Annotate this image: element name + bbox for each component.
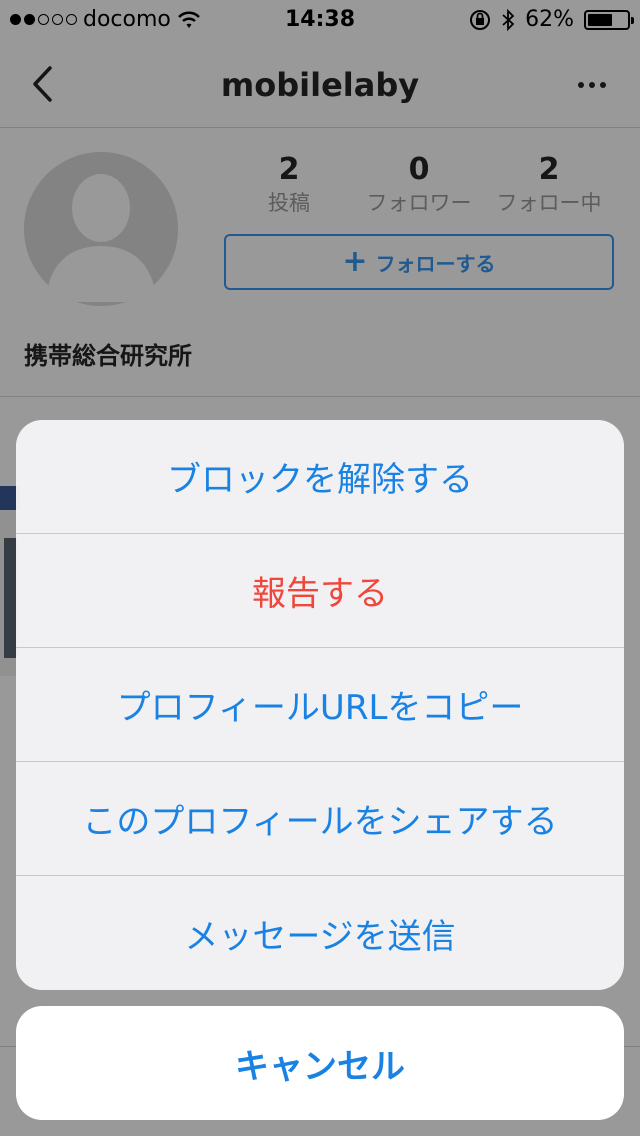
report-button[interactable]: 報告する (16, 534, 624, 648)
action-sheet: ブロックを解除する 報告する プロフィールURLをコピー このプロフィールをシェ… (16, 420, 624, 990)
send-message-button[interactable]: メッセージを送信 (16, 876, 624, 990)
screen: docomo 14:38 62% mobilelaby 2 投稿 0 フォロワー… (0, 0, 640, 1136)
share-profile-button[interactable]: このプロフィールをシェアする (16, 762, 624, 876)
cancel-button[interactable]: キャンセル (16, 1006, 624, 1120)
unblock-button[interactable]: ブロックを解除する (16, 420, 624, 534)
copy-profile-url-button[interactable]: プロフィールURLをコピー (16, 648, 624, 762)
